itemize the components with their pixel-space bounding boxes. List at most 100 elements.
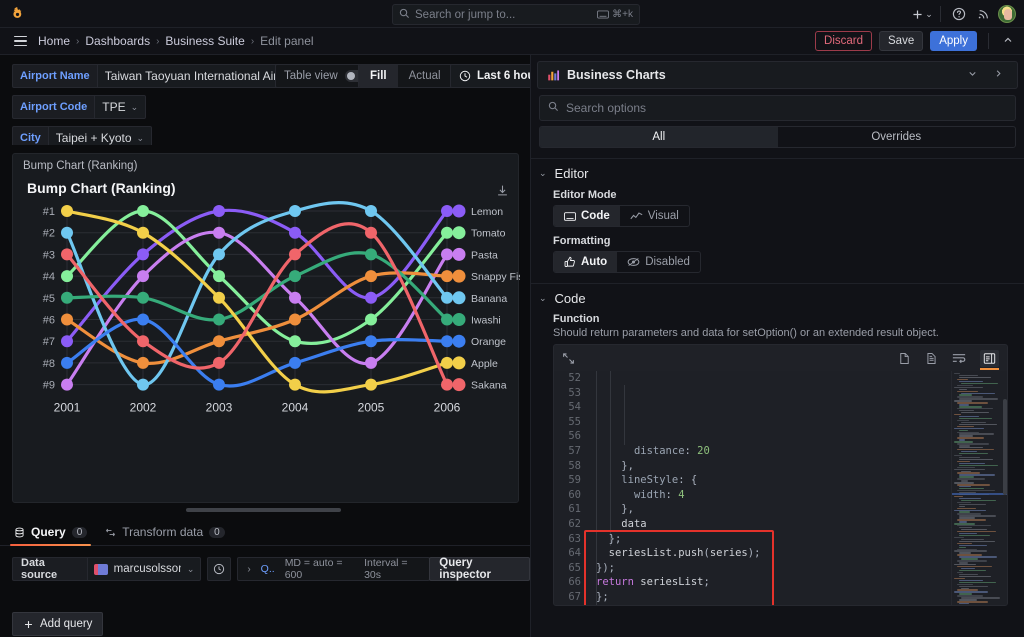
variable-value-select[interactable]: Taipei + Kyoto ⌄	[47, 126, 153, 145]
download-icon[interactable]	[496, 184, 509, 200]
chevron-right-icon: ›	[247, 563, 251, 575]
code-content[interactable]: 5253545556575859606162636465666768697071…	[554, 371, 1007, 605]
rss-icon[interactable]	[973, 3, 995, 25]
code-line: return seriesList;	[596, 576, 710, 589]
y-tick-label: #5	[43, 293, 55, 305]
editor-mode-visual-label: Visual	[647, 210, 679, 222]
options-tab-group: All Overrides	[539, 126, 1016, 148]
code-line-number: 65	[568, 561, 581, 574]
add-query-button[interactable]: Add query	[12, 612, 104, 636]
left-pane: Airport Name Taiwan Taoyuan Internationa…	[0, 55, 531, 637]
breadcrumb-separator: ›	[156, 35, 160, 47]
file-icon[interactable]	[898, 352, 911, 365]
options-search-input[interactable]: Search options	[539, 95, 1016, 121]
chart-series-lines	[65, 201, 449, 394]
formatting-auto-option[interactable]: Auto	[554, 252, 618, 272]
tab-all[interactable]: All	[540, 127, 778, 147]
code-line: },	[621, 459, 634, 472]
y-tick-label: #7	[43, 336, 55, 348]
query-options-summary[interactable]: › Q.. MD = auto = 600 Interval = 30s	[237, 557, 431, 581]
y-tick-label: #8	[43, 358, 55, 370]
global-search-input[interactable]: Search or jump to... ⌘+k	[392, 4, 640, 25]
y-tick-label: #6	[43, 315, 55, 327]
help-circle-icon[interactable]	[948, 3, 970, 25]
x-tick-label: 2002	[130, 401, 157, 415]
chevron-right-icon[interactable]	[989, 68, 1008, 82]
fill-actual-radio-group: Fill Actual	[358, 64, 453, 88]
legend-label: Tomato	[471, 228, 506, 240]
field-function: Function Should return parameters and da…	[553, 313, 1016, 339]
chevron-up-icon[interactable]	[1000, 34, 1016, 49]
grafana-logo-icon[interactable]	[0, 6, 34, 21]
visualization-picker[interactable]: Business Charts	[537, 61, 1018, 89]
save-button[interactable]: Save	[879, 31, 924, 51]
avatar[interactable]	[998, 5, 1016, 23]
tab-transform-data[interactable]: Transform data 0	[105, 525, 225, 545]
section-editor-header[interactable]: ⌄ Editor	[539, 166, 1016, 181]
grafana-logo-svg	[12, 7, 21, 18]
time-range-picker[interactable]: Last 6 hours	[450, 64, 530, 88]
y-tick-label: #3	[43, 249, 55, 261]
field-description: Should return parameters and data for se…	[553, 327, 939, 339]
minimap-current-line	[952, 493, 1007, 495]
copy-file-icon[interactable]	[925, 352, 938, 365]
top-right-actions: ⌄	[911, 0, 1016, 28]
chart-legend: Lemon Tomato Pasta Snappy Fish Banana Iwashi O…	[452, 204, 520, 392]
query-inspector-button[interactable]: Query inspector	[429, 557, 531, 581]
fill-option[interactable]: Fill	[359, 65, 398, 87]
variable-value-select[interactable]: TPE ⌄	[94, 95, 147, 119]
breadcrumb-item-home[interactable]: Home	[38, 34, 70, 48]
code-scrollbar[interactable]	[1003, 399, 1007, 495]
apply-button[interactable]: Apply	[930, 31, 977, 51]
discard-button[interactable]: Discard	[815, 31, 872, 51]
legend-label: Apple	[471, 358, 498, 370]
code-line-number: 58	[568, 459, 581, 472]
formatting-disabled-option[interactable]: Disabled	[617, 252, 700, 272]
panel-edit-actions: Discard Save Apply	[815, 31, 1016, 51]
minimap-toggle-icon[interactable]	[980, 349, 999, 370]
wrap-lines-icon[interactable]	[952, 352, 966, 364]
expand-icon[interactable]	[562, 352, 575, 365]
code-line-number: 67	[568, 590, 581, 603]
code-minimap[interactable]	[951, 371, 1007, 605]
editor-mode-code-option[interactable]: Code	[554, 206, 620, 226]
chevron-down-icon[interactable]	[963, 68, 982, 82]
max-data-points: MD = auto = 600	[284, 557, 343, 581]
section-editor-title: Editor	[554, 166, 589, 181]
hamburger-menu-icon[interactable]	[8, 30, 32, 52]
x-tick-label: 2006	[434, 401, 461, 415]
database-icon	[15, 527, 24, 537]
breadcrumb-item-business-suite[interactable]: Business Suite	[165, 34, 244, 48]
section-code-header[interactable]: ⌄ Code	[539, 291, 1016, 306]
add-menu-button[interactable]: ⌄	[911, 3, 933, 25]
tab-query[interactable]: Query 0	[9, 525, 92, 546]
code-editor[interactable]: 5253545556575859606162636465666768697071…	[553, 344, 1008, 606]
code-line: });	[596, 561, 615, 574]
editor-mode-visual-option[interactable]: Visual	[620, 206, 689, 226]
tab-query-label: Query	[31, 525, 66, 539]
query-options-clock-icon[interactable]	[207, 557, 232, 581]
code-line-number: 52	[568, 372, 581, 384]
code-text[interactable]: distance: 20 }, lineStyle: { width: 4 },…	[588, 371, 951, 605]
query-interval: Interval = 30s	[364, 557, 408, 581]
tab-overrides[interactable]: Overrides	[778, 127, 1016, 147]
search-shortcut: ⌘+k	[597, 9, 633, 20]
field-label: Formatting	[553, 235, 611, 247]
legend-label: Orange	[471, 336, 506, 348]
time-range-label: Last 6 hours	[477, 70, 530, 82]
bottom-tabs: Query 0 Transform data 0	[0, 518, 530, 546]
actual-option[interactable]: Actual	[398, 65, 452, 87]
breadcrumb-item-dashboards[interactable]: Dashboards	[85, 34, 150, 48]
panel-title[interactable]: Bump Chart (Ranking)	[13, 154, 518, 178]
chevron-down-icon: ⌄	[136, 132, 145, 143]
data-source-picker[interactable]: marcusolsson-st ⌄	[86, 557, 202, 581]
options-search-placeholder: Search options	[566, 101, 647, 115]
code-line-number: 61	[568, 503, 581, 516]
panel-resize-handle[interactable]	[186, 508, 341, 512]
code-line: width: 4	[633, 488, 685, 501]
query-options-link[interactable]: Q..	[261, 563, 275, 575]
visualization-name: Business Charts	[567, 68, 666, 82]
code-icon	[564, 211, 576, 221]
divider	[988, 33, 989, 49]
legend-label: Snappy Fish	[471, 271, 520, 283]
